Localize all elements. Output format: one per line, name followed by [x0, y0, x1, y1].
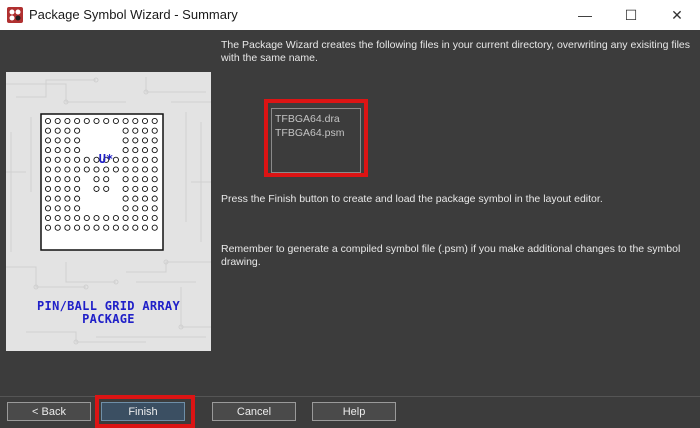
circuit-trace — [145, 77, 206, 93]
back-button[interactable]: < Back — [7, 402, 91, 421]
title-bar: Package Symbol Wizard - Summary — ☐ ✕ — [0, 0, 700, 30]
minimize-button[interactable]: — — [562, 0, 608, 30]
package-type-label-2: PACKAGE — [82, 312, 135, 326]
file-item: TFBGA64.psm — [275, 127, 345, 139]
cancel-button[interactable]: Cancel — [212, 402, 296, 421]
refdes-label: U* — [99, 152, 113, 166]
circuit-trace — [126, 261, 211, 273]
finish-button[interactable]: Finish — [101, 402, 185, 421]
package-preview-image: U* PIN/BALL GRID ARRAY PACKAGE — [6, 72, 211, 351]
reminder-text: Remember to generate a compiled symbol f… — [221, 243, 681, 268]
package-type-label: PIN/BALL GRID ARRAY — [37, 299, 180, 313]
footer-divider — [0, 396, 700, 397]
circuit-trace — [6, 83, 126, 103]
maximize-button[interactable]: ☐ — [608, 0, 654, 30]
window-title: Package Symbol Wizard - Summary — [29, 7, 238, 22]
finish-instruction-text: Press the Finish button to create and lo… — [221, 193, 603, 205]
help-button[interactable]: Help — [312, 402, 396, 421]
app-icon — [7, 7, 23, 23]
file-item: TFBGA64.dra — [275, 113, 340, 125]
circuit-trace — [65, 262, 116, 283]
circuit-trace — [16, 79, 96, 98]
intro-text: The Package Wizard creates the following… — [221, 39, 691, 64]
generated-files-list: TFBGA64.dra TFBGA64.psm — [271, 108, 361, 173]
close-button[interactable]: ✕ — [654, 0, 700, 30]
circuit-trace — [6, 266, 86, 288]
